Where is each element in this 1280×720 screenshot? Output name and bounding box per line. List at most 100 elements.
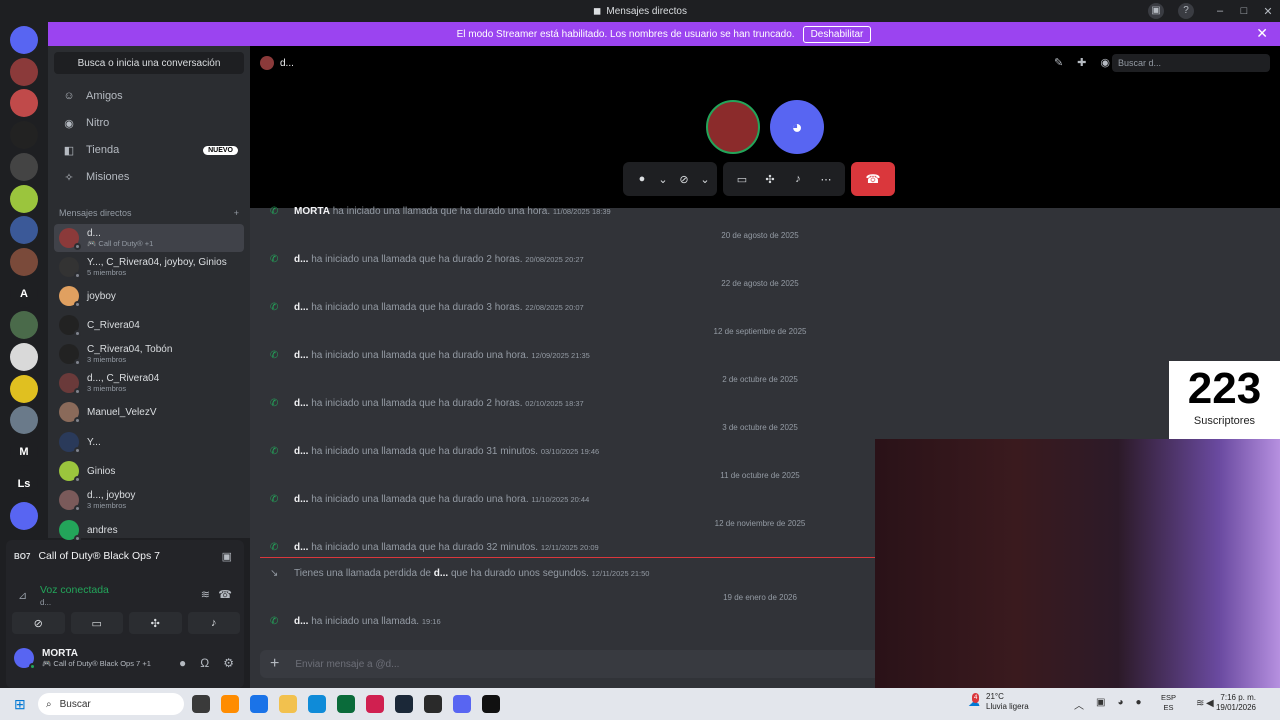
discord-logo-avatar[interactable]: ◕ [770, 100, 824, 154]
dm-item[interactable]: Manuel_VelezV [54, 398, 244, 426]
minimize-button[interactable]: – [1208, 5, 1232, 17]
soundboard-call-icon[interactable]: ♪ [785, 173, 811, 185]
taskbar-app-icon[interactable] [482, 695, 500, 713]
nav-nitro[interactable]: ◉ Nitro [54, 111, 244, 135]
mic-icon[interactable]: ● [629, 173, 655, 185]
channel-name[interactable]: d... [280, 58, 294, 69]
server-icon[interactable] [10, 343, 38, 371]
dm-item[interactable]: Y... [54, 428, 244, 456]
server-icon[interactable] [10, 501, 38, 530]
server-icon[interactable] [10, 57, 38, 86]
chevron-up-icon[interactable]: ︿ [1074, 697, 1084, 712]
help-icon[interactable]: ? [1178, 3, 1194, 19]
message-author[interactable]: d... [294, 254, 308, 265]
message-author[interactable]: d... [294, 398, 308, 409]
tray-discord-icon[interactable]: ◕ [1117, 697, 1123, 712]
message-author[interactable]: d... [294, 616, 308, 627]
microphone-tray-icon[interactable]: ● [1136, 697, 1142, 712]
taskbar-app-icon[interactable] [366, 695, 384, 713]
screen-share-icon[interactable]: ▭ [729, 173, 755, 186]
nav-shop[interactable]: ◧ Tienda NUEVO [54, 138, 244, 162]
add-friend-icon[interactable]: ✚ [1077, 56, 1086, 69]
message-author[interactable]: d... [294, 446, 308, 457]
message-author[interactable]: MORTA [294, 206, 330, 217]
volume-icon[interactable]: ◀ [1206, 698, 1214, 709]
message-author[interactable]: d... [294, 494, 308, 505]
taskbar-app-icon[interactable] [424, 695, 442, 713]
message-author[interactable]: d... [294, 542, 308, 553]
server-icon[interactable] [10, 216, 38, 245]
message-author[interactable]: d... [294, 350, 308, 361]
voice-status[interactable]: Voz conectada [40, 584, 109, 596]
call-participant-avatar[interactable] [706, 100, 760, 154]
taskbar-search[interactable]: ⌕ Buscar [38, 693, 184, 715]
signal-icon[interactable]: ⊿ [18, 589, 27, 602]
server-icon[interactable] [10, 89, 38, 118]
pin-icon[interactable]: ✎ [1054, 56, 1063, 69]
banner-close-icon[interactable]: ✕ [1256, 25, 1268, 42]
activity-icon[interactable]: ✣ [757, 173, 783, 186]
create-dm-button[interactable]: + [234, 208, 239, 218]
header-search-input[interactable]: Buscar d... [1112, 54, 1270, 72]
microphone-icon[interactable]: ● [179, 656, 186, 670]
inbox-icon[interactable]: ▣ [1148, 3, 1164, 19]
taskbar-app-icon[interactable] [395, 695, 413, 713]
taskbar-app-icon[interactable] [337, 695, 355, 713]
settings-gear-icon[interactable]: ⚙ [223, 656, 234, 670]
message-input[interactable]: Enviar mensaje a @d... [295, 659, 399, 670]
share-screen-icon[interactable]: ▭ [70, 612, 123, 634]
headphones-icon[interactable]: Ω [200, 656, 209, 670]
voice-channel[interactable]: d... [40, 598, 51, 607]
wifi-icon[interactable]: ≋ [1196, 698, 1204, 709]
taskbar-app-icon[interactable] [308, 695, 326, 713]
dm-item[interactable]: C_Rivera04 [54, 311, 244, 339]
server-icon[interactable] [10, 184, 38, 213]
more-icon[interactable]: ⋯ [813, 173, 839, 186]
dm-item[interactable]: C_Rivera04, Tobón 3 miembros [54, 340, 244, 368]
profile-icon[interactable]: ◉ [1100, 56, 1110, 69]
message-author[interactable]: d... [294, 302, 308, 313]
attach-plus-icon[interactable]: + [270, 655, 279, 673]
user-info[interactable]: MORTA 🎮 Call of Duty® Black Ops 7 +1 [14, 648, 151, 670]
clock[interactable]: 7:16 p. m. 19/01/2026 [1216, 693, 1256, 713]
server-icon[interactable] [10, 247, 38, 276]
server-icon[interactable] [10, 374, 38, 403]
server-icon[interactable]: A [10, 279, 38, 308]
dm-item[interactable]: d..., joyboy 3 miembros [54, 486, 244, 514]
server-icon[interactable] [10, 121, 38, 150]
camera-chevron-icon[interactable]: ⌄ [699, 173, 711, 186]
dm-item[interactable]: d... 🎮 Call of Duty® +1 [54, 224, 244, 252]
dm-item[interactable]: d..., C_Rivera04 3 miembros [54, 369, 244, 397]
server-icon[interactable] [10, 406, 38, 435]
soundboard-icon[interactable]: ♪ [187, 612, 240, 634]
nav-friends[interactable]: ☺ Amigos [54, 84, 244, 108]
server-icon[interactable]: M [10, 438, 38, 467]
server-icon[interactable]: Ls [10, 469, 38, 498]
stream-game-icon[interactable]: ▣ [222, 550, 232, 563]
camera-off-icon[interactable]: ⊘ [12, 612, 65, 634]
server-icon[interactable] [10, 152, 38, 181]
weather-widget[interactable]: ☁4 21°CLluvia ligera [968, 692, 1029, 712]
dm-item[interactable]: joyboy [54, 282, 244, 310]
maximize-button[interactable]: □ [1232, 5, 1256, 17]
windows-start-icon[interactable]: ⊞ [14, 697, 28, 711]
mic-chevron-icon[interactable]: ⌄ [657, 173, 669, 186]
tray-app-icon[interactable]: ▣ [1096, 697, 1105, 712]
server-icon[interactable] [10, 26, 38, 54]
language-indicator[interactable]: ESP ES [1161, 693, 1176, 713]
camera-icon[interactable]: ⊘ [671, 173, 697, 186]
disable-streamer-button[interactable]: Deshabilitar [802, 25, 872, 43]
taskbar-app-icon[interactable] [453, 695, 471, 713]
activities-icon[interactable]: ✣ [129, 612, 182, 634]
nav-quests[interactable]: ✧ Misiones [54, 165, 244, 189]
taskbar-app-icon[interactable] [279, 695, 297, 713]
soundboard-wave-icon[interactable]: ≋ [201, 588, 210, 601]
dm-item[interactable]: Y..., C_Rivera04, joyboy, Ginios 5 miembr… [54, 253, 244, 281]
end-call-button[interactable]: ☎ [851, 162, 895, 196]
taskbar-app-icon[interactable] [192, 695, 210, 713]
server-icon[interactable] [10, 311, 38, 340]
dm-item[interactable]: Ginios [54, 457, 244, 485]
close-button[interactable]: ✕ [1256, 5, 1280, 18]
disconnect-icon[interactable]: ☎ [218, 588, 232, 601]
taskbar-app-icon[interactable] [221, 695, 239, 713]
